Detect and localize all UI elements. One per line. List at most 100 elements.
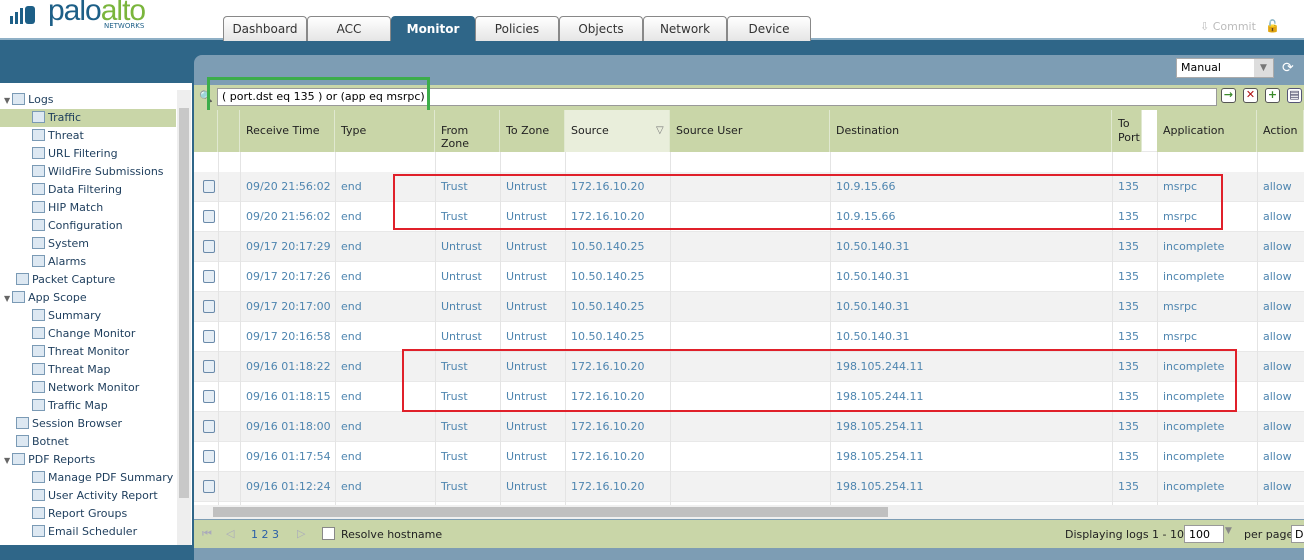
header-blank-col (218, 110, 240, 152)
column-header-application[interactable]: Application (1157, 110, 1257, 152)
sidebar-item-session-browser[interactable]: Session Browser (16, 415, 122, 433)
expand-icon[interactable]: ▼ (4, 96, 10, 105)
sidebar-item-wildfire-submissions[interactable]: WildFire Submissions (32, 163, 164, 181)
sort-chevron-icon[interactable]: ▽ (656, 125, 664, 136)
sidebar-item-network-monitor[interactable]: Network Monitor (32, 379, 139, 397)
prev-page-icon[interactable]: ◁ (226, 527, 234, 540)
first-page-icon[interactable]: ⏮ (202, 527, 212, 541)
sidebar-item-alarms[interactable]: Alarms (32, 253, 86, 271)
log-detail-icon[interactable] (203, 360, 215, 373)
table-row[interactable]: 09/17 20:17:00 end Untrust Untrust 10.50.140… (194, 292, 1304, 322)
clear-filter-icon[interactable]: ✕ (1243, 88, 1258, 103)
config-lock-icon[interactable]: 🔓 (1265, 19, 1280, 33)
sidebar-item-threat-monitor[interactable]: Threat Monitor (32, 343, 129, 361)
cell-destination: 10.50.140.31 (836, 300, 910, 313)
tab-dashboard[interactable]: Dashboard (223, 16, 307, 41)
network-monitor-icon (32, 381, 45, 393)
sidebar-item-manage-pdf-summary[interactable]: Manage PDF Summary (32, 469, 173, 487)
sidebar-item-label: PDF Reports (28, 453, 96, 466)
log-detail-icon[interactable] (203, 210, 215, 223)
sidebar-item-url-filtering[interactable]: URL Filtering (32, 145, 118, 163)
sidebar-item-traffic[interactable]: Traffic (0, 109, 176, 127)
detail-select[interactable]: D (1291, 525, 1304, 543)
column-header-destination[interactable]: Destination (830, 110, 1112, 152)
tab-policies[interactable]: Policies (475, 16, 559, 41)
save-filter-icon[interactable]: ▤ (1287, 88, 1302, 103)
wildfire-icon (32, 165, 45, 177)
column-header-to-port[interactable]: To Port (1112, 110, 1142, 152)
column-header-to-zone[interactable]: To Zone (500, 110, 565, 152)
apply-filter-icon[interactable]: → (1221, 88, 1236, 103)
table-row[interactable]: 09/16 01:18:22 end Trust Untrust 172.16.10.2… (194, 352, 1304, 382)
table-row[interactable]: 09/16 01:18:15 end Trust Untrust 172.16.10.2… (194, 382, 1304, 412)
column-header-source[interactable]: Source (565, 110, 670, 152)
log-detail-icon[interactable] (203, 240, 215, 253)
next-page-icon[interactable]: ▷ (297, 527, 305, 540)
log-detail-icon[interactable] (203, 480, 215, 493)
commit-button[interactable]: ⇩ Commit (1200, 20, 1256, 33)
log-detail-icon[interactable] (203, 330, 215, 343)
sidebar-item-label: Manage PDF Summary (48, 471, 174, 484)
column-header-receive-time[interactable]: Receive Time (240, 110, 335, 152)
tab-monitor[interactable]: Monitor (391, 16, 475, 41)
sidebar-item-hip-match[interactable]: HIP Match (32, 199, 103, 217)
table-row[interactable]: 09/16 01:18:00 end Trust Untrust 172.16.10.2… (194, 412, 1304, 442)
sidebar-item-user-activity-report[interactable]: User Activity Report (32, 487, 158, 505)
sidebar-item-pdf-reports[interactable]: ▼ PDF Reports (4, 451, 95, 469)
table-row[interactable]: 09/17 20:17:29 end Untrust Untrust 10.50.140… (194, 232, 1304, 262)
main-tabs: Dashboard ACC Monitor Policies Objects Networ… (223, 16, 811, 41)
sidebar-item-data-filtering[interactable]: Data Filtering (32, 181, 122, 199)
sidebar-item-app-scope[interactable]: ▼ App Scope (4, 289, 87, 307)
tab-device[interactable]: Device (727, 16, 811, 41)
chevron-down-icon[interactable]: ▼ (1225, 526, 1232, 536)
tab-acc[interactable]: ACC (307, 16, 391, 41)
log-detail-icon[interactable] (203, 300, 215, 313)
column-header-source-user[interactable]: Source User (670, 110, 830, 152)
per-page-select[interactable]: 100 (1184, 525, 1224, 543)
log-detail-icon[interactable] (203, 420, 215, 433)
table-row[interactable]: 09/17 20:16:58 end Untrust Untrust 10.50.140… (194, 322, 1304, 352)
cell-type: end (341, 210, 362, 223)
log-detail-icon[interactable] (203, 270, 215, 283)
expand-icon[interactable]: ▼ (4, 456, 10, 465)
sidebar-item-label: Alarms (48, 255, 87, 268)
chevron-down-icon[interactable]: ▼ (1254, 59, 1273, 77)
filter-input[interactable]: ( port.dst eq 135 ) or (app eq msrpc) (217, 88, 1217, 106)
sidebar-item-label: Data Filtering (48, 183, 123, 196)
table-row[interactable]: 09/20 21:56:02 end Trust Untrust 172.16.10.2… (194, 172, 1304, 202)
sidebar-item-botnet[interactable]: Botnet (16, 433, 69, 451)
resolve-hostname-checkbox[interactable] (322, 527, 335, 540)
sidebar-item-packet-capture[interactable]: Packet Capture (16, 271, 115, 289)
tab-network[interactable]: Network (643, 16, 727, 41)
sidebar-item-report-groups[interactable]: Report Groups (32, 505, 127, 523)
tab-objects[interactable]: Objects (559, 16, 643, 41)
horizontal-scroll-thumb[interactable] (213, 507, 888, 517)
expand-icon[interactable]: ▼ (4, 294, 10, 303)
column-header-type[interactable]: Type (335, 110, 435, 152)
log-detail-icon[interactable] (203, 180, 215, 193)
sidebar-item-system[interactable]: System (32, 235, 89, 253)
sidebar-item-summary[interactable]: Summary (32, 307, 101, 325)
column-header-action[interactable]: Action (1257, 110, 1304, 152)
pdf-reports-icon (12, 453, 26, 465)
refresh-icon[interactable]: ⟳ (1282, 60, 1294, 76)
sidebar-item-email-scheduler[interactable]: Email Scheduler (32, 523, 137, 541)
table-row[interactable]: 09/17 20:17:26 end Untrust Untrust 10.50.140… (194, 262, 1304, 292)
cell-from-zone: Trust (441, 210, 468, 223)
sidebar-item-threat-map[interactable]: Threat Map (32, 361, 111, 379)
sidebar-item-logs[interactable]: ▼ Logs (4, 91, 54, 109)
log-detail-icon[interactable] (203, 450, 215, 463)
column-header-from-zone[interactable]: From Zone (435, 110, 500, 152)
sidebar-item-threat[interactable]: Threat (32, 127, 84, 145)
sidebar-item-traffic-map[interactable]: Traffic Map (32, 397, 108, 415)
table-row[interactable]: 09/20 21:56:02 end Trust Untrust 172.16.10.2… (194, 202, 1304, 232)
sidebar-item-configuration[interactable]: Configuration (32, 217, 123, 235)
page-links[interactable]: 1 2 3 (251, 528, 279, 541)
sidebar-scroll-thumb[interactable] (179, 108, 189, 498)
cell-application: msrpc (1163, 210, 1197, 223)
log-detail-icon[interactable] (203, 390, 215, 403)
table-row[interactable]: 09/16 01:12:24 end Trust Untrust 172.16.10.2… (194, 472, 1304, 502)
sidebar-item-change-monitor[interactable]: Change Monitor (32, 325, 135, 343)
add-filter-icon[interactable]: + (1265, 88, 1280, 103)
table-row[interactable]: 09/16 01:17:54 end Trust Untrust 172.16.10.2… (194, 442, 1304, 472)
